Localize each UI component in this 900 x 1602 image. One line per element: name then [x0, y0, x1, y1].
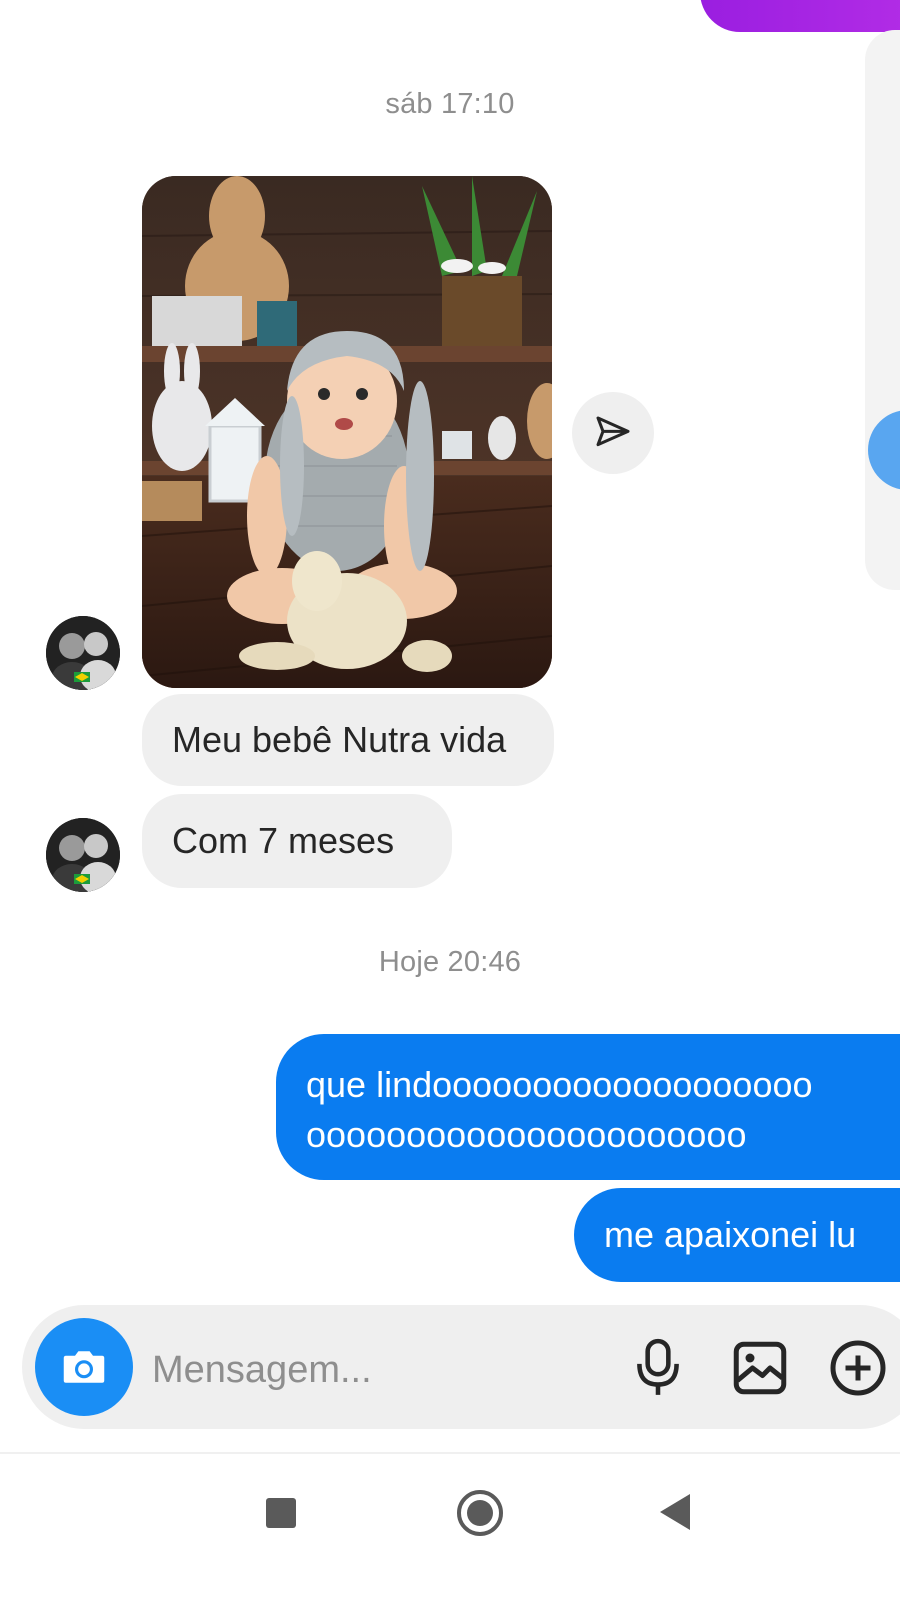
camera-icon: [63, 1351, 105, 1383]
previous-message-bubble[interactable]: [700, 0, 900, 32]
message-text: me apaixonei lu: [604, 1214, 857, 1255]
message-input[interactable]: [152, 1340, 572, 1400]
message-text-line: oooooooooooooooooooooo: [306, 1114, 747, 1155]
shared-photo[interactable]: [142, 176, 552, 688]
baby-photo-image: [142, 176, 552, 688]
camera-button[interactable]: [35, 1318, 133, 1416]
outgoing-message[interactable]: que lindooooooooooooooooooo oooooooooooo…: [276, 1034, 900, 1180]
system-navigation-bar: [0, 1452, 900, 1602]
incoming-message[interactable]: Meu bebê Nutra vida: [142, 694, 554, 786]
message-text: Com 7 meses: [172, 820, 395, 861]
outgoing-message[interactable]: me apaixonei lu: [574, 1188, 900, 1282]
back-icon[interactable]: [660, 1494, 690, 1530]
microphone-button[interactable]: [626, 1336, 690, 1400]
message-text-line: que lindooooooooooooooooooo: [306, 1064, 813, 1105]
avatar-image: [46, 616, 120, 690]
home-icon[interactable]: [457, 1490, 503, 1536]
gallery-button[interactable]: [728, 1336, 792, 1400]
avatar-image: [46, 818, 120, 892]
timestamp: Hoje 20:46: [378, 946, 522, 978]
recent-apps-icon[interactable]: [266, 1498, 296, 1528]
plus-circle-icon: [830, 1340, 886, 1396]
avatar[interactable]: [46, 616, 120, 690]
share-button[interactable]: [572, 392, 654, 474]
send-icon: [596, 416, 630, 447]
message-text: Meu bebê Nutra vida: [172, 719, 507, 760]
avatar[interactable]: [46, 818, 120, 892]
more-options-button[interactable]: [826, 1336, 890, 1400]
incoming-message[interactable]: Com 7 meses: [142, 794, 452, 888]
image-icon: [733, 1341, 787, 1395]
microphone-icon: [637, 1338, 679, 1395]
timestamp: sáb 17:10: [385, 88, 515, 120]
